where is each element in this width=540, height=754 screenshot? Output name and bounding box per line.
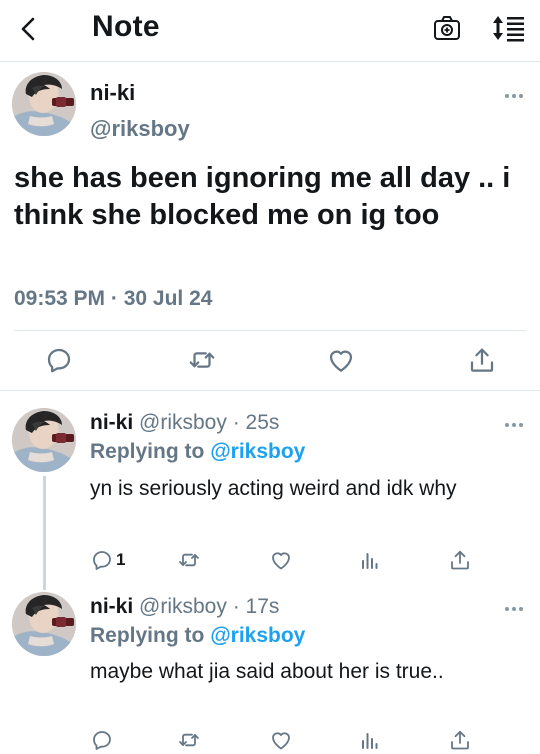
reply-count: 1	[116, 550, 126, 569]
tweet-timestamp: 09:53 PM · 30 Jul 24	[14, 287, 212, 311]
tweet-text: she has been ignoring me all day .. i th…	[14, 162, 511, 231]
reply-button[interactable]	[90, 728, 114, 752]
replying-to: Replying to @riksboy	[90, 440, 305, 464]
share-icon	[448, 728, 472, 752]
divider	[14, 330, 526, 331]
replying-to: Replying to @riksboy	[90, 624, 305, 648]
sort-button[interactable]	[490, 13, 526, 43]
like-button[interactable]	[269, 728, 293, 752]
replying-to-label: Replying to	[90, 624, 205, 647]
share-button[interactable]	[467, 345, 497, 375]
analytics-icon	[358, 548, 382, 572]
share-button[interactable]	[448, 548, 472, 572]
replying-to-mention[interactable]: @riksboy	[210, 624, 305, 647]
retweet-button[interactable]	[187, 345, 217, 375]
retweet-icon	[177, 728, 201, 752]
reply-header: ni-ki @riksboy · 25s	[90, 411, 279, 435]
more-icon[interactable]	[502, 603, 526, 615]
reply-author-handle[interactable]: @riksboy	[139, 595, 227, 618]
reply-icon	[44, 345, 74, 375]
avatar[interactable]	[12, 592, 76, 656]
share-icon	[467, 345, 497, 375]
tweet-date: 30 Jul 24	[123, 287, 213, 310]
meta-separator: ·	[232, 411, 240, 434]
heart-icon	[269, 548, 293, 572]
share-button[interactable]	[448, 728, 472, 752]
reply-icon	[90, 728, 114, 752]
reply-time: 25s	[245, 411, 280, 434]
reply-author-handle[interactable]: @riksboy	[139, 411, 227, 434]
avatar[interactable]	[12, 72, 76, 136]
reply-author-name[interactable]: ni-ki	[90, 595, 133, 618]
reply-header: ni-ki @riksboy · 17s	[90, 595, 279, 619]
avatar[interactable]	[12, 408, 76, 472]
reply-button[interactable]	[90, 548, 114, 572]
like-button[interactable]	[269, 548, 293, 572]
author-handle[interactable]: @riksboy	[90, 116, 190, 142]
back-button[interactable]	[14, 14, 44, 44]
tweet-time: 09:53 PM	[14, 287, 106, 310]
replying-to-mention[interactable]: @riksboy	[210, 440, 305, 463]
retweet-icon	[187, 345, 217, 375]
heart-icon	[326, 345, 356, 375]
analytics-icon	[358, 728, 382, 752]
page-title: Note	[92, 10, 160, 43]
chevron-left-icon	[21, 17, 35, 41]
camera-button[interactable]	[432, 13, 462, 43]
retweet-icon	[177, 548, 201, 572]
retweet-button[interactable]	[177, 728, 201, 752]
top-bar: Note	[0, 0, 540, 62]
reply-icon	[90, 548, 114, 572]
retweet-button[interactable]	[177, 548, 201, 572]
reply-button[interactable]	[44, 345, 74, 375]
meta-separator: ·	[110, 287, 118, 310]
divider	[0, 390, 540, 391]
reply-author-name[interactable]: ni-ki	[90, 411, 133, 434]
reply-time: 17s	[245, 595, 280, 618]
more-icon[interactable]	[502, 419, 526, 431]
author-name[interactable]: ni-ki	[90, 80, 135, 106]
meta-separator: ·	[232, 595, 240, 618]
analytics-button[interactable]	[358, 728, 382, 752]
sort-icon	[490, 13, 526, 43]
reply-text: maybe what jia said about her is true..	[90, 660, 444, 683]
heart-icon	[269, 728, 293, 752]
camera-icon	[432, 13, 462, 43]
thread-line	[43, 476, 46, 590]
analytics-button[interactable]	[358, 548, 382, 572]
reply-text: yn is seriously acting weird and idk why	[90, 477, 457, 500]
more-icon[interactable]	[502, 90, 526, 102]
like-button[interactable]	[326, 345, 356, 375]
share-icon	[448, 548, 472, 572]
replying-to-label: Replying to	[90, 440, 205, 463]
